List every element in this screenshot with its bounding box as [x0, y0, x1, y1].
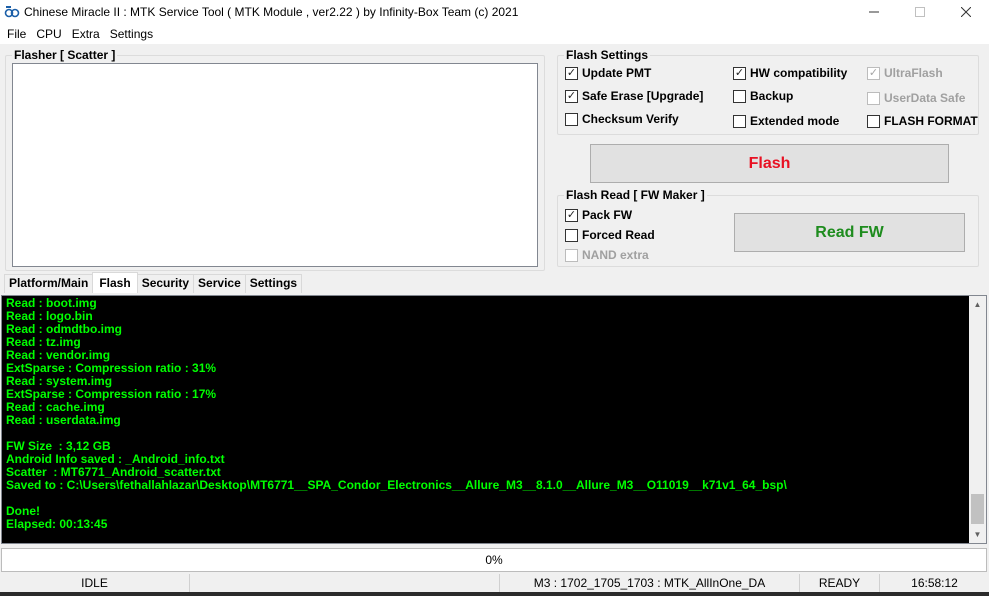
tab-settings[interactable]: Settings — [244, 274, 303, 293]
flasher-group-title: Flasher [ Scatter ] — [12, 48, 118, 62]
scatter-list[interactable] — [12, 63, 538, 267]
maximize-button[interactable] — [897, 0, 943, 24]
check-icon: ✓ — [868, 66, 879, 79]
checkbox-nand-extra[interactable]: NAND extra — [565, 248, 649, 262]
checkbox-box[interactable]: ✓ — [867, 66, 880, 80]
log-line: Elapsed: 00:13:45 — [6, 517, 108, 531]
tab-flash[interactable]: Flash — [92, 272, 138, 293]
close-icon — [961, 7, 971, 17]
checkbox-box[interactable] — [867, 114, 880, 128]
title-bar: Chinese Miracle II : MTK Service Tool ( … — [0, 0, 989, 24]
taskbar-strip — [0, 592, 989, 596]
log-line: Saved to : C:\Users\fethallahlazar\Deskt… — [6, 478, 787, 492]
status-time: 16:58:12 — [911, 576, 958, 590]
status-version: M3 : 1702_1705_1703 : MTK_AllInOne_DA — [500, 574, 800, 592]
tab-platform-main[interactable]: Platform/Main — [4, 274, 94, 293]
checkbox-box[interactable] — [565, 248, 578, 262]
checkbox-box[interactable] — [867, 91, 880, 105]
log-lines: Read : boot.img Read : logo.bin Read : odm… — [6, 297, 966, 531]
scroll-thumb[interactable] — [971, 494, 984, 524]
scroll-down-icon[interactable]: ▼ — [969, 526, 986, 543]
check-icon: ✓ — [734, 66, 745, 79]
log-scrollbar[interactable]: ▲ ▼ — [969, 296, 986, 543]
progress-label: 0% — [485, 553, 503, 567]
checkbox-safe-erase[interactable]: ✓ Safe Erase [Upgrade] — [565, 89, 703, 103]
log-line: ExtSparse : Compression ratio : 17% — [6, 387, 217, 401]
app-logo-icon — [4, 4, 20, 20]
log-line: Done! — [6, 504, 40, 518]
log-line: Read : tz.img — [6, 335, 81, 349]
tab-bar: Platform/Main Flash Security Service Set… — [4, 272, 303, 293]
log-line: Read : odmdtbo.img — [6, 322, 122, 336]
checkbox-box[interactable]: ✓ — [565, 66, 578, 80]
close-button[interactable] — [943, 0, 989, 24]
menu-bar: File CPU Extra Settings — [0, 24, 989, 44]
checkbox-box[interactable]: ✓ — [565, 89, 578, 103]
progress-bar: 0% — [1, 548, 987, 572]
checkbox-box[interactable] — [733, 114, 746, 128]
scroll-up-icon[interactable]: ▲ — [969, 296, 986, 313]
checkbox-box[interactable]: ✓ — [733, 66, 746, 80]
minimize-button[interactable] — [851, 0, 897, 24]
checkbox-extended-mode[interactable]: Extended mode — [733, 114, 839, 128]
maximize-icon — [915, 7, 925, 17]
status-ready: READY — [800, 574, 880, 592]
menu-cpu[interactable]: CPU — [31, 24, 66, 44]
log-line: Read : cache.img — [6, 400, 105, 414]
status-state: IDLE — [0, 574, 190, 592]
check-icon: ✓ — [566, 208, 577, 221]
log-line: Read : boot.img — [6, 296, 97, 310]
menu-file[interactable]: File — [2, 24, 31, 44]
checkbox-backup[interactable]: Backup — [733, 89, 793, 103]
flash-settings-title: Flash Settings — [564, 48, 651, 62]
checkbox-box[interactable] — [565, 112, 578, 126]
window-title: Chinese Miracle II : MTK Service Tool ( … — [24, 5, 519, 19]
checkbox-update-pmt[interactable]: ✓ Update PMT — [565, 66, 651, 80]
log-line: Read : userdata.img — [6, 413, 121, 427]
menu-settings[interactable]: Settings — [105, 24, 158, 44]
checkbox-ultraflash[interactable]: ✓ UltraFlash — [867, 66, 943, 80]
status-empty — [190, 574, 500, 592]
log-line: ExtSparse : Compression ratio : 31% — [6, 361, 217, 375]
log-line: Read : logo.bin — [6, 309, 93, 323]
flash-button[interactable]: Flash — [590, 144, 949, 183]
flash-read-title: Flash Read [ FW Maker ] — [564, 188, 707, 202]
menu-extra[interactable]: Extra — [67, 24, 105, 44]
status-bar: IDLE M3 : 1702_1705_1703 : MTK_AllInOne_… — [0, 574, 989, 592]
tab-security[interactable]: Security — [136, 274, 195, 293]
tab-service[interactable]: Service — [193, 274, 246, 293]
checkbox-userdata-safe[interactable]: UserData Safe — [867, 91, 965, 105]
checkbox-box[interactable] — [565, 228, 578, 242]
checkbox-hw-compatibility[interactable]: ✓ HW compatibility — [733, 66, 847, 80]
checkbox-pack-fw[interactable]: ✓ Pack FW — [565, 208, 632, 222]
check-icon: ✓ — [566, 89, 577, 102]
checkbox-forced-read[interactable]: Forced Read — [565, 228, 655, 242]
read-fw-button[interactable]: Read FW — [734, 213, 965, 252]
check-icon: ✓ — [566, 66, 577, 79]
minimize-icon — [869, 11, 879, 13]
log-output[interactable]: Read : boot.img Read : logo.bin Read : odm… — [1, 295, 987, 544]
checkbox-checksum-verify[interactable]: Checksum Verify — [565, 112, 679, 126]
checkbox-box[interactable]: ✓ — [565, 208, 578, 222]
checkbox-flash-format[interactable]: FLASH FORMAT — [867, 114, 978, 128]
checkbox-box[interactable] — [733, 89, 746, 103]
